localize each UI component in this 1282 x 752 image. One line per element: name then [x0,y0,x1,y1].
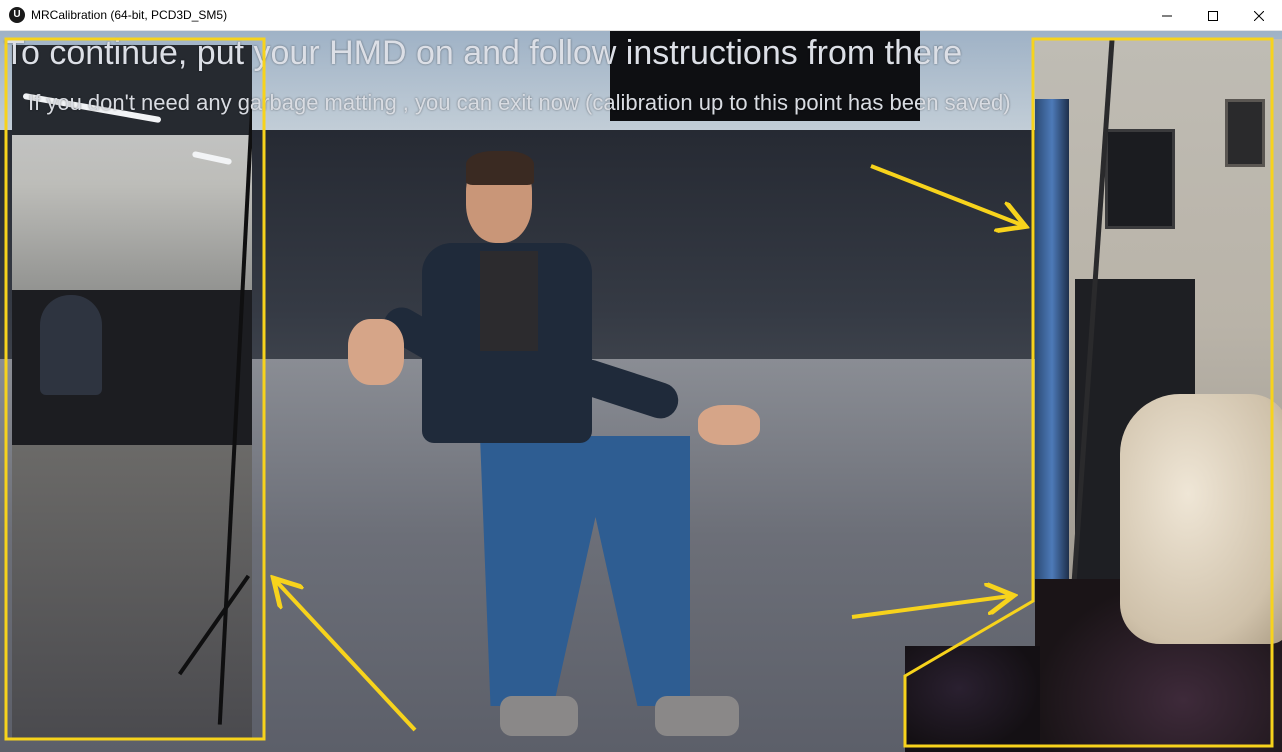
camera-feed-right-region [1035,39,1282,752]
render-viewport[interactable]: To continue, put your HMD on and follow … [0,31,1282,752]
minimize-button[interactable] [1144,0,1190,31]
green-screen-edge [1035,99,1069,619]
knit-blanket [1120,394,1282,644]
chair-armrest-region [905,646,1040,752]
window-title: MRCalibration (64-bit, PCD3D_SM5) [31,8,228,22]
instruction-subtitle: If you don't need any garbage matting , … [28,90,1011,115]
subject-jeans [480,436,690,706]
instruction-title: To continue, put your HMD on and follow … [4,34,963,72]
subject-right-hand [698,405,760,445]
subject-left-shoe [500,696,578,736]
unreal-engine-icon: U [9,7,25,23]
minimize-icon [1162,15,1172,16]
background-person [40,295,102,395]
wall-picture-frame [1225,99,1265,167]
maximize-icon [1208,10,1218,21]
camera-feed-left-region [12,45,252,740]
subject-right-shoe [655,696,739,736]
ceiling-light [191,150,233,166]
window-titlebar[interactable]: U MRCalibration (64-bit, PCD3D_SM5) [0,0,1282,31]
office-floor [12,445,252,740]
maximize-button[interactable] [1190,0,1236,31]
subject-hair [466,151,534,185]
subject-tshirt [480,251,538,351]
keyed-subject-person [340,151,770,751]
wall-monitor [1105,129,1175,229]
close-icon [1254,10,1264,21]
close-button[interactable] [1236,0,1282,31]
subject-left-hand [348,319,404,385]
